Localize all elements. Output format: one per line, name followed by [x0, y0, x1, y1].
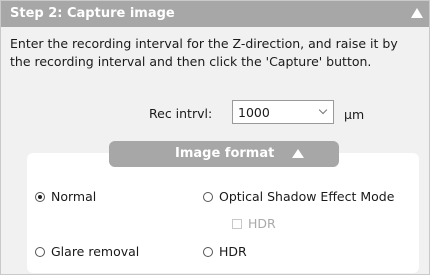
image-format-title: Image format	[175, 146, 275, 161]
option-hdr-sub[interactable]: HDR	[232, 216, 276, 231]
step-header[interactable]: Step 2: Capture image	[1, 1, 429, 27]
radio-optical-shadow[interactable]	[203, 191, 213, 202]
option-normal-label: Normal	[51, 189, 97, 204]
option-glare-removal[interactable]: Glare removal	[35, 244, 139, 259]
checkbox-hdr-sub[interactable]	[232, 218, 242, 229]
capture-image-panel: Step 2: Capture image Enter the recordin…	[0, 0, 430, 275]
option-optical-shadow[interactable]: Optical Shadow Effect Mode	[203, 189, 394, 204]
collapse-arrow-icon[interactable]	[292, 149, 304, 158]
radio-hdr[interactable]	[203, 246, 213, 257]
step-instructions: Enter the recording interval for the Z-d…	[10, 36, 398, 69]
option-hdr-label: HDR	[219, 244, 247, 259]
rec-interval-label: Rec intrvl:	[149, 106, 213, 121]
option-hdr-sub-label: HDR	[248, 216, 276, 231]
option-optical-shadow-label: Optical Shadow Effect Mode	[219, 189, 395, 204]
collapse-arrow-icon[interactable]	[411, 8, 423, 18]
option-hdr[interactable]: HDR	[203, 244, 247, 259]
rec-interval-select[interactable]: 1000	[232, 100, 334, 124]
image-format-header[interactable]: Image format	[109, 141, 339, 167]
radio-normal[interactable]	[35, 191, 45, 202]
option-glare-removal-label: Glare removal	[51, 244, 140, 259]
rec-interval-value: 1000	[238, 105, 270, 120]
rec-interval-unit: μm	[344, 107, 365, 122]
image-format-section: Normal Optical Shadow Effect Mode HDR Gl…	[27, 153, 419, 273]
chevron-down-icon	[318, 105, 328, 115]
step-title: Step 2: Capture image	[10, 6, 175, 21]
radio-glare-removal[interactable]	[35, 246, 45, 257]
option-normal[interactable]: Normal	[35, 189, 96, 204]
